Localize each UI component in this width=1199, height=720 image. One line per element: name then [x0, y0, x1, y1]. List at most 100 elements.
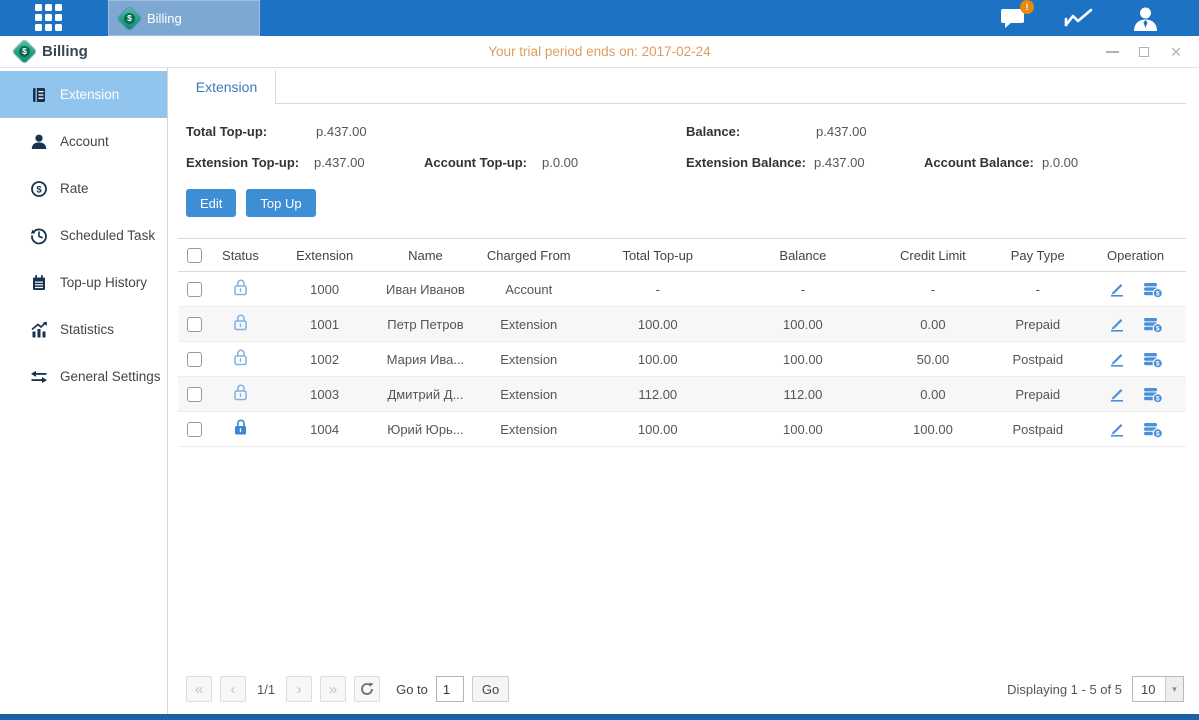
- table-row: 1001 Петр Петров Extension 100.00 100.00…: [178, 307, 1186, 342]
- messages-icon[interactable]: !: [1000, 6, 1026, 30]
- cell-balance: 100.00: [730, 342, 875, 377]
- account-balance-label: Account Balance:: [924, 155, 1042, 170]
- page-size-dropdown[interactable]: 10 ▾: [1132, 676, 1184, 702]
- prev-page-button[interactable]: ‹: [220, 676, 246, 702]
- cell-charged-from: Extension: [472, 412, 585, 447]
- extension-topup-label: Extension Top-up:: [186, 155, 314, 170]
- last-page-button[interactable]: »: [320, 676, 346, 702]
- sidebar-item-rate[interactable]: $ Rate: [0, 165, 167, 212]
- sliders-icon: [30, 368, 48, 386]
- account-topup-label: Account Top-up:: [424, 155, 542, 170]
- edit-row-icon[interactable]: [1108, 315, 1126, 333]
- sidebar-item-label: Account: [60, 134, 109, 149]
- next-page-button[interactable]: ›: [286, 676, 312, 702]
- table-row: 1003 Дмитрий Д... Extension 112.00 112.0…: [178, 377, 1186, 412]
- billing-window-icon: $: [12, 39, 36, 63]
- row-checkbox[interactable]: [187, 352, 202, 367]
- taskbar-billing-button[interactable]: $ Billing: [108, 0, 260, 36]
- header-credit-limit: Credit Limit: [875, 239, 990, 272]
- svg-text:$: $: [36, 184, 42, 195]
- sidebar-item-extension[interactable]: Extension: [0, 71, 167, 118]
- action-toolbar: Edit Top Up: [186, 189, 1186, 217]
- top-up-row-icon[interactable]: $: [1142, 385, 1163, 404]
- notification-badge: !: [1020, 0, 1034, 14]
- first-page-button[interactable]: «: [186, 676, 212, 702]
- top-up-row-icon[interactable]: $: [1142, 280, 1163, 299]
- header-total-topup: Total Top-up: [585, 239, 730, 272]
- sidebar-item-statistics[interactable]: Statistics: [0, 306, 167, 353]
- refresh-icon: [360, 682, 374, 696]
- table-row: 1004 Юрий Юрь... Extension 100.00 100.00…: [178, 412, 1186, 447]
- header-status: Status: [210, 239, 270, 272]
- sidebar-item-general-settings[interactable]: General Settings: [0, 353, 167, 400]
- header-balance: Balance: [730, 239, 875, 272]
- row-checkbox[interactable]: [187, 387, 202, 402]
- edit-row-icon[interactable]: [1108, 420, 1126, 438]
- top-up-row-icon[interactable]: $: [1142, 350, 1163, 369]
- total-topup-value: p.437.00: [316, 124, 426, 139]
- top-up-row-icon[interactable]: $: [1142, 315, 1163, 334]
- edit-button[interactable]: Edit: [186, 189, 236, 217]
- cell-extension: 1003: [271, 377, 379, 412]
- sidebar-item-account[interactable]: Account: [0, 118, 167, 165]
- close-button[interactable]: ×: [1169, 45, 1183, 59]
- go-button[interactable]: Go: [472, 676, 509, 702]
- page-size-value: 10: [1133, 682, 1165, 697]
- cell-credit-limit: -: [875, 272, 990, 307]
- extension-balance-value: p.437.00: [814, 155, 924, 170]
- cell-pay-type: Prepaid: [990, 307, 1085, 342]
- refresh-button[interactable]: [354, 676, 380, 702]
- minimize-button[interactable]: [1105, 45, 1119, 59]
- account-topup-value: p.0.00: [542, 155, 652, 170]
- maximize-button[interactable]: [1137, 45, 1151, 59]
- window-controls: ×: [1105, 45, 1183, 59]
- cell-credit-limit: 0.00: [875, 307, 990, 342]
- table-row: 1000 Иван Иванов Account - - - - $: [178, 272, 1186, 307]
- svg-text:$: $: [1156, 325, 1160, 332]
- tab-extension[interactable]: Extension: [178, 70, 276, 104]
- sidebar-item-label: Top-up History: [60, 275, 147, 290]
- row-checkbox[interactable]: [187, 422, 202, 437]
- trial-notice: Your trial period ends on: 2017-02-24: [0, 44, 1199, 59]
- top-up-button[interactable]: Top Up: [246, 189, 315, 217]
- svg-text:$: $: [1156, 360, 1160, 367]
- window-title: Billing: [42, 43, 88, 60]
- top-up-row-icon[interactable]: $: [1142, 420, 1163, 439]
- screen: $ Billing !: [0, 0, 1199, 720]
- total-topup-label: Total Top-up:: [186, 124, 316, 139]
- header-extension: Extension: [271, 239, 379, 272]
- clock-history-icon: [30, 227, 48, 245]
- row-checkbox[interactable]: [187, 317, 202, 332]
- edit-row-icon[interactable]: [1108, 350, 1126, 368]
- cell-total-topup: 100.00: [585, 342, 730, 377]
- cell-balance: -: [730, 272, 875, 307]
- sidebar-item-scheduled-task[interactable]: Scheduled Task: [0, 212, 167, 259]
- row-checkbox[interactable]: [187, 282, 202, 297]
- edit-row-icon[interactable]: [1108, 280, 1126, 298]
- unlock-icon: [231, 383, 250, 402]
- unlock-icon: [231, 348, 250, 367]
- cell-total-topup: -: [585, 272, 730, 307]
- bottom-strip: [0, 714, 1199, 720]
- taskbar-app-label: Billing: [147, 11, 182, 26]
- balance-value: p.437.00: [816, 124, 926, 139]
- cell-balance: 112.00: [730, 377, 875, 412]
- sidebar-item-topup-history[interactable]: Top-up History: [0, 259, 167, 306]
- svg-text:$: $: [1156, 290, 1160, 297]
- user-account-icon[interactable]: [1132, 6, 1159, 31]
- select-all-checkbox[interactable]: [187, 248, 202, 263]
- billing-app-icon: $: [117, 6, 141, 30]
- edit-row-icon[interactable]: [1108, 385, 1126, 403]
- resource-monitor-icon[interactable]: [1064, 6, 1094, 30]
- extension-table: Status Extension Name Charged From Total…: [178, 238, 1186, 447]
- apps-grid-icon[interactable]: [35, 4, 63, 32]
- dollar-glyph: $: [19, 46, 30, 57]
- notepad-icon: [30, 274, 48, 292]
- statistics-chart-icon: [30, 321, 48, 339]
- page-indicator: 1/1: [254, 682, 278, 697]
- cell-extension: 1000: [271, 272, 379, 307]
- table-row: 1002 Мария Ива... Extension 100.00 100.0…: [178, 342, 1186, 377]
- goto-page-input[interactable]: [436, 676, 464, 702]
- sidebar-item-label: Statistics: [60, 322, 114, 337]
- cell-pay-type: -: [990, 272, 1085, 307]
